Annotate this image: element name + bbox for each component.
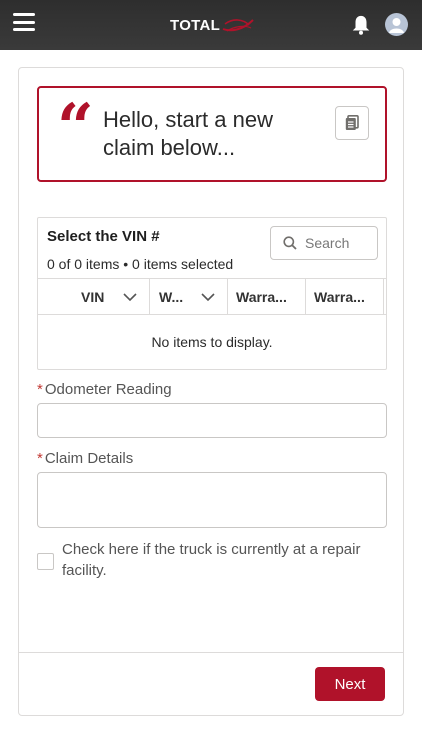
copy-icon [345,115,359,130]
claim-details-input[interactable] [37,472,387,528]
empty-table-message: No items to display. [151,334,273,350]
copy-button[interactable] [335,106,369,140]
claim-form-card: “ Hello, start a new claim below... Sele… [18,67,404,716]
hello-banner: “ Hello, start a new claim below... [37,86,387,182]
next-button[interactable]: Next [315,667,385,701]
column-label: Warra... [236,288,287,305]
chevron-down-icon [201,292,215,301]
column-label: Warra... [314,288,365,305]
logo-text: TOTAL [170,16,221,34]
logo-swoosh-icon [222,19,254,32]
table-header-row: VIN W... Warra... Warra... [38,278,386,315]
hello-message: Hello, start a new claim below... [103,107,273,160]
bell-icon[interactable] [350,14,372,36]
claim-details-label: * Claim Details [37,450,133,467]
search-input[interactable] [305,235,365,251]
odometer-input[interactable] [37,403,387,438]
column-label: VIN [81,288,105,305]
logo: TOTAL [170,14,255,36]
search-icon [283,236,297,250]
column-label: W... [159,288,184,305]
hamburger-icon[interactable] [13,13,35,31]
claim-details-label-text: Claim Details [44,450,134,467]
footer-divider [19,652,403,653]
repair-facility-checkbox[interactable] [37,553,54,570]
top-navigation-bar: TOTAL [0,0,422,50]
odometer-label: * Odometer Reading [37,381,172,398]
column-header-w[interactable]: W... [150,279,228,314]
quote-icon: “ [57,90,94,165]
chevron-down-icon [123,292,137,301]
column-header-warranty-2[interactable]: Warra... [306,279,384,314]
odometer-label-text: Odometer Reading [44,381,172,398]
vin-table-title: Select the VIN # [47,228,160,245]
search-box[interactable] [270,226,378,260]
required-marker: * [37,450,43,467]
avatar-icon[interactable] [385,13,408,36]
vin-item-count: 0 of 0 items • 0 items selected [47,256,234,272]
repair-facility-label: Check here if the truck is currently at … [62,541,361,579]
column-header-warranty-1[interactable]: Warra... [228,279,306,314]
vin-selection-table: Select the VIN # 0 of 0 items • 0 items … [37,217,387,370]
column-header-vin[interactable]: VIN [38,279,150,314]
required-marker: * [37,381,43,398]
